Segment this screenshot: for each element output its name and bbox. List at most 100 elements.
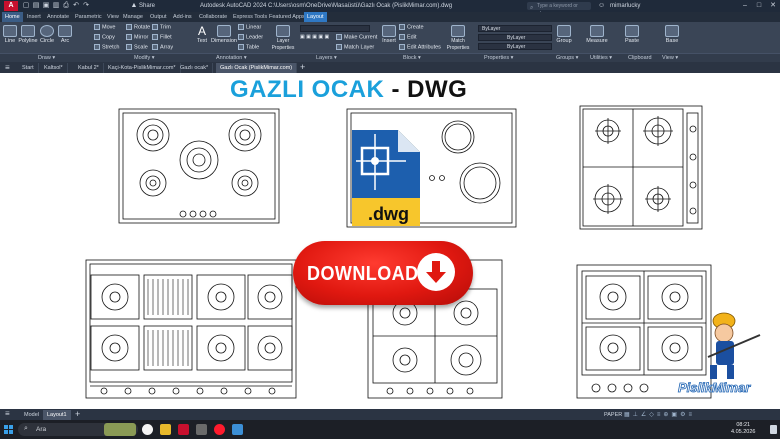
tab-express-tools[interactable]: Express Tools [230, 12, 270, 22]
paper-space-toggle[interactable]: PAPER [604, 410, 622, 420]
array-tool[interactable]: Array [152, 44, 173, 51]
arc-tool[interactable]: Arc [58, 25, 72, 45]
measure-tool[interactable]: Measure [586, 25, 608, 45]
circle-tool[interactable]: Circle [39, 25, 55, 45]
burner-grate [645, 186, 671, 212]
minimize-icon[interactable]: – [738, 0, 752, 12]
doc-tab-kabul[interactable]: Kabul 2* [74, 63, 104, 73]
close-icon[interactable]: ✕ [766, 0, 780, 12]
doc-tab-gazli-ocak[interactable]: Gazlı ocak* [176, 63, 214, 73]
user-name[interactable]: mimarlucky [610, 0, 640, 12]
copy-tool[interactable]: Copy [94, 34, 115, 41]
range-large [85, 259, 297, 399]
layout1-tab[interactable]: Layout1 [43, 410, 71, 420]
layer-properties-tool[interactable]: Layer Properties [270, 25, 296, 52]
tab-home[interactable]: Home [2, 12, 23, 22]
table-icon [238, 44, 244, 50]
doc-tab-kaltsol[interactable]: Kaltsol* [40, 63, 68, 73]
base-icon [665, 25, 679, 37]
user-icon[interactable]: ☺ [598, 0, 605, 12]
worker-mascot-icon [707, 312, 761, 379]
linetype-dropdown[interactable]: ByLayer [478, 34, 552, 41]
app-icon[interactable] [196, 424, 207, 435]
move-tool[interactable]: Move [94, 24, 115, 31]
new-tab-icon[interactable]: + [300, 62, 305, 72]
maximize-icon[interactable]: □ [752, 0, 766, 12]
dimension-tool[interactable]: Dimension [211, 25, 237, 45]
trim-tool[interactable]: Trim [152, 24, 171, 31]
saveas-icon[interactable]: ▥ [52, 1, 60, 10]
match-properties-tool[interactable]: Match Properties [446, 25, 470, 52]
linear-label: Linear [246, 24, 262, 31]
redo-icon[interactable]: ↷ [82, 1, 90, 10]
undo-icon[interactable]: ↶ [72, 1, 80, 10]
download-button[interactable]: DOWNLOAD [293, 241, 473, 305]
layer-dropdown[interactable] [300, 25, 370, 32]
mirror-label: Mirror [134, 34, 149, 41]
new-icon[interactable]: ▢ [22, 1, 30, 10]
text-tool[interactable]: A Text [195, 25, 209, 45]
line-tool[interactable]: Line [2, 25, 18, 45]
print-icon[interactable]: ⎙ [62, 1, 70, 10]
edit-attributes-icon [399, 44, 405, 50]
share-button[interactable]: Share [139, 0, 155, 12]
taskbar-clock[interactable]: 08:21 4.05.2026 [731, 422, 755, 436]
color-dropdown[interactable]: ByLayer [478, 25, 552, 32]
app-icon-2[interactable] [232, 424, 243, 435]
table-tool[interactable]: Table [238, 44, 259, 51]
add-layout-icon[interactable]: + [75, 409, 80, 419]
base-tool[interactable]: Base [664, 25, 680, 45]
tab-insert[interactable]: Insert [24, 12, 44, 22]
search-input[interactable]: Type a keyword or phrase [527, 2, 591, 17]
match-layer-icon [336, 44, 342, 50]
tab-addins[interactable]: Add-ins [170, 12, 195, 22]
model-tab[interactable]: Model [20, 410, 43, 420]
autocad-logo-icon[interactable]: A [4, 1, 18, 11]
tab-parametric[interactable]: Parametric [72, 12, 105, 22]
paste-tool[interactable]: Paste [624, 25, 640, 45]
linear-tool[interactable]: Linear [238, 24, 261, 31]
tab-manage[interactable]: Manage [120, 12, 146, 22]
autocad-taskbar-icon[interactable] [178, 424, 189, 435]
mirror-tool[interactable]: Mirror [126, 34, 148, 41]
file-explorer-icon[interactable] [160, 424, 171, 435]
open-icon[interactable]: ▤ [32, 1, 40, 10]
cooktop-five-burner [118, 108, 280, 224]
chrome-icon[interactable] [142, 424, 153, 435]
scale-tool[interactable]: Scale [126, 44, 148, 51]
doc-tab-start[interactable]: Start [18, 63, 39, 73]
match-layer-tool[interactable]: Match Layer [336, 44, 374, 51]
create-block-tool[interactable]: Create [399, 24, 424, 31]
rotate-tool[interactable]: Rotate [126, 24, 150, 31]
doc-tab-kaci-kota[interactable]: Kaçi-Kota-PislikMimar.com* [104, 63, 181, 73]
tab-collaborate[interactable]: Collaborate [196, 12, 230, 22]
dimension-icon [217, 25, 231, 37]
fillet-icon [152, 34, 158, 40]
tab-layout[interactable]: Layout [304, 12, 327, 22]
paste-icon [625, 25, 639, 37]
notification-icon[interactable] [770, 425, 777, 434]
fillet-tool[interactable]: Fillet [152, 34, 172, 41]
lineweight-dropdown[interactable]: ByLayer [478, 43, 552, 50]
opera-icon[interactable] [214, 424, 225, 435]
status-tools-row[interactable]: ▦⊥∠◇≡⊕▣⚙≡ [624, 410, 695, 420]
make-current-tool[interactable]: Make Current [336, 34, 377, 41]
tab-featured-apps[interactable]: Featured Apps [266, 12, 308, 22]
edit-block-tool[interactable]: Edit [399, 34, 416, 41]
layout-menu-icon[interactable]: ≡ [5, 409, 10, 418]
tab-output[interactable]: Output [147, 12, 170, 22]
tab-annotate[interactable]: Annotate [44, 12, 72, 22]
menu-icon[interactable]: ≡ [5, 63, 10, 72]
insert-tool[interactable]: Insert [381, 25, 397, 45]
windows-icon[interactable] [4, 425, 13, 434]
group-tool[interactable]: Group [556, 25, 572, 45]
leader-tool[interactable]: Leader [238, 34, 263, 41]
polyline-tool[interactable]: Polyline [18, 25, 38, 45]
doc-tab-active[interactable]: Gazlı Ocak (PislikMimar.com) [216, 63, 298, 73]
stretch-tool[interactable]: Stretch [94, 44, 119, 51]
table-label: Table [246, 44, 260, 51]
drawing-canvas[interactable]: GAZLI OCAK - DWG .dwg DOWNLOAD PislikMim… [0, 73, 780, 409]
share-icon[interactable]: ▲ [130, 1, 138, 10]
edit-attributes-tool[interactable]: Edit Attributes [399, 44, 441, 51]
save-icon[interactable]: ▣ [42, 1, 50, 10]
